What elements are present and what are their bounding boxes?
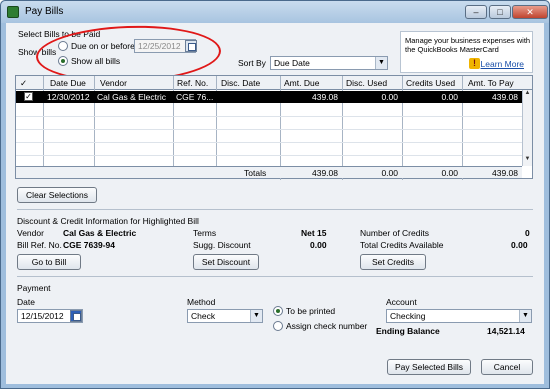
pay-selected-bills-button[interactable]: Pay Selected Bills — [387, 359, 471, 375]
title-bar[interactable]: Pay Bills – □ ✕ — [1, 1, 549, 23]
calendar-icon[interactable] — [70, 310, 82, 322]
sort-by-label: Sort By — [238, 58, 266, 68]
chevron-down-icon[interactable]: ▼ — [375, 57, 387, 69]
totals-row: Totals 439.08 0.00 0.00 439.08 — [16, 166, 522, 178]
vendor-value: Cal Gas & Electric — [63, 228, 137, 238]
column-header-vendor[interactable]: Vendor — [100, 78, 127, 88]
pay-bills-window: Pay Bills – □ ✕ Select Bills to be Paid … — [0, 0, 550, 389]
number-of-credits-value: 0 — [525, 228, 530, 238]
scroll-up-icon[interactable]: ▲ — [523, 90, 532, 100]
column-divider — [43, 76, 44, 166]
minimize-button[interactable]: – — [465, 5, 487, 19]
total-credits-used: 0.00 — [441, 168, 458, 178]
totals-label: Totals — [244, 168, 267, 178]
column-header-date-due[interactable]: Date Due — [50, 78, 86, 88]
to-be-printed-radio[interactable] — [273, 306, 283, 316]
section-divider — [17, 209, 533, 210]
ad-line-2: the QuickBooks MasterCard — [405, 45, 499, 54]
column-divider — [173, 76, 174, 166]
payment-heading: Payment — [17, 283, 51, 293]
column-header-credits-used[interactable]: Credits Used — [406, 78, 455, 88]
total-amt-to-pay: 439.08 — [492, 168, 518, 178]
cell-disc-used: 0.00 — [381, 92, 398, 102]
set-discount-button[interactable]: Set Discount — [193, 254, 259, 270]
sugg-discount-value: 0.00 — [310, 240, 327, 250]
cancel-button[interactable]: Cancel — [481, 359, 533, 375]
discount-credit-heading: Discount & Credit Information for Highli… — [17, 216, 199, 226]
ending-balance-label: Ending Balance — [376, 326, 440, 336]
sort-by-value: Due Date — [274, 58, 310, 68]
column-header-disc-used[interactable]: Disc. Used — [346, 78, 387, 88]
section-divider — [17, 276, 533, 277]
column-header-amt-due[interactable]: Amt. Due — [284, 78, 319, 88]
close-button[interactable]: ✕ — [512, 5, 548, 19]
cell-amt-due: 439.08 — [312, 92, 338, 102]
row-checkbox[interactable]: ✓ — [24, 92, 33, 101]
total-disc-used: 0.00 — [381, 168, 398, 178]
cell-amt-to-pay: 439.08 — [492, 92, 518, 102]
to-be-printed-label: To be printed — [286, 306, 336, 316]
column-header-ref-no[interactable]: Ref. No. — [177, 78, 208, 88]
column-header-amt-to-pay[interactable]: Amt. To Pay — [468, 78, 514, 88]
maximize-button[interactable]: □ — [489, 5, 511, 19]
payment-date-label: Date — [17, 297, 35, 307]
chevron-down-icon[interactable]: ▼ — [519, 310, 531, 322]
go-to-bill-button[interactable]: Go to Bill — [17, 254, 81, 270]
assign-check-number-label: Assign check number — [286, 321, 368, 331]
dialog-body: Select Bills to be Paid Show bills Due o… — [6, 22, 544, 384]
bill-ref-value: CGE 7639-94 — [63, 240, 115, 250]
total-credits-available-label: Total Credits Available — [360, 240, 444, 250]
learn-more-link[interactable]: Learn More — [481, 59, 524, 69]
chevron-down-icon[interactable]: ▼ — [250, 310, 262, 322]
bill-ref-label: Bill Ref. No. — [17, 240, 62, 250]
mastercard-ad: Manage your business expenses with the Q… — [400, 31, 533, 73]
cell-credits-used: 0.00 — [441, 92, 458, 102]
table-row[interactable]: ✓ 12/30/2012 Cal Gas & Electric CGE 76..… — [16, 91, 522, 103]
method-label: Method — [187, 297, 216, 307]
column-header-disc-date[interactable]: Disc. Date — [221, 78, 260, 88]
payment-method-value: Check — [191, 311, 216, 321]
account-label: Account — [386, 297, 417, 307]
terms-label: Terms — [193, 228, 217, 238]
payment-method-dropdown[interactable]: Check ▼ — [187, 309, 263, 323]
window-title: Pay Bills — [25, 6, 64, 17]
cell-date-due: 12/30/2012 — [47, 92, 90, 102]
row-divider — [16, 116, 522, 117]
scroll-down-icon[interactable]: ▼ — [523, 156, 532, 166]
cell-ref-no: CGE 76... — [176, 92, 214, 102]
vendor-label: Vendor — [17, 228, 44, 238]
assign-check-number-radio[interactable] — [273, 321, 283, 331]
account-dropdown[interactable]: Checking ▼ — [386, 309, 532, 323]
clear-selections-button[interactable]: Clear Selections — [17, 187, 97, 203]
vertical-scrollbar[interactable]: ▲ ▼ — [522, 90, 532, 166]
column-divider — [216, 76, 217, 166]
column-header-select[interactable]: ✓ — [20, 78, 27, 89]
total-amt-due: 439.08 — [312, 168, 338, 178]
terms-value: Net 15 — [301, 228, 327, 238]
total-credits-available-value: 0.00 — [511, 240, 528, 250]
quickbooks-app-icon — [7, 6, 19, 18]
set-credits-button[interactable]: Set Credits — [360, 254, 426, 270]
alert-icon: ! — [469, 58, 480, 69]
ending-balance-value: 14,521.14 — [487, 326, 525, 336]
row-divider — [16, 129, 522, 130]
account-value: Checking — [390, 311, 426, 321]
sort-by-dropdown[interactable]: Due Date ▼ — [270, 56, 388, 70]
cell-vendor: Cal Gas & Electric — [97, 92, 166, 102]
sugg-discount-label: Sugg. Discount — [193, 240, 251, 250]
row-divider — [16, 142, 522, 143]
number-of-credits-label: Number of Credits — [360, 228, 429, 238]
ad-line-1: Manage your business expenses with — [405, 36, 531, 45]
column-divider — [94, 76, 95, 166]
row-divider — [16, 155, 522, 156]
bills-table: ✓ Date Due Vendor Ref. No. Disc. Date Am… — [15, 75, 533, 180]
